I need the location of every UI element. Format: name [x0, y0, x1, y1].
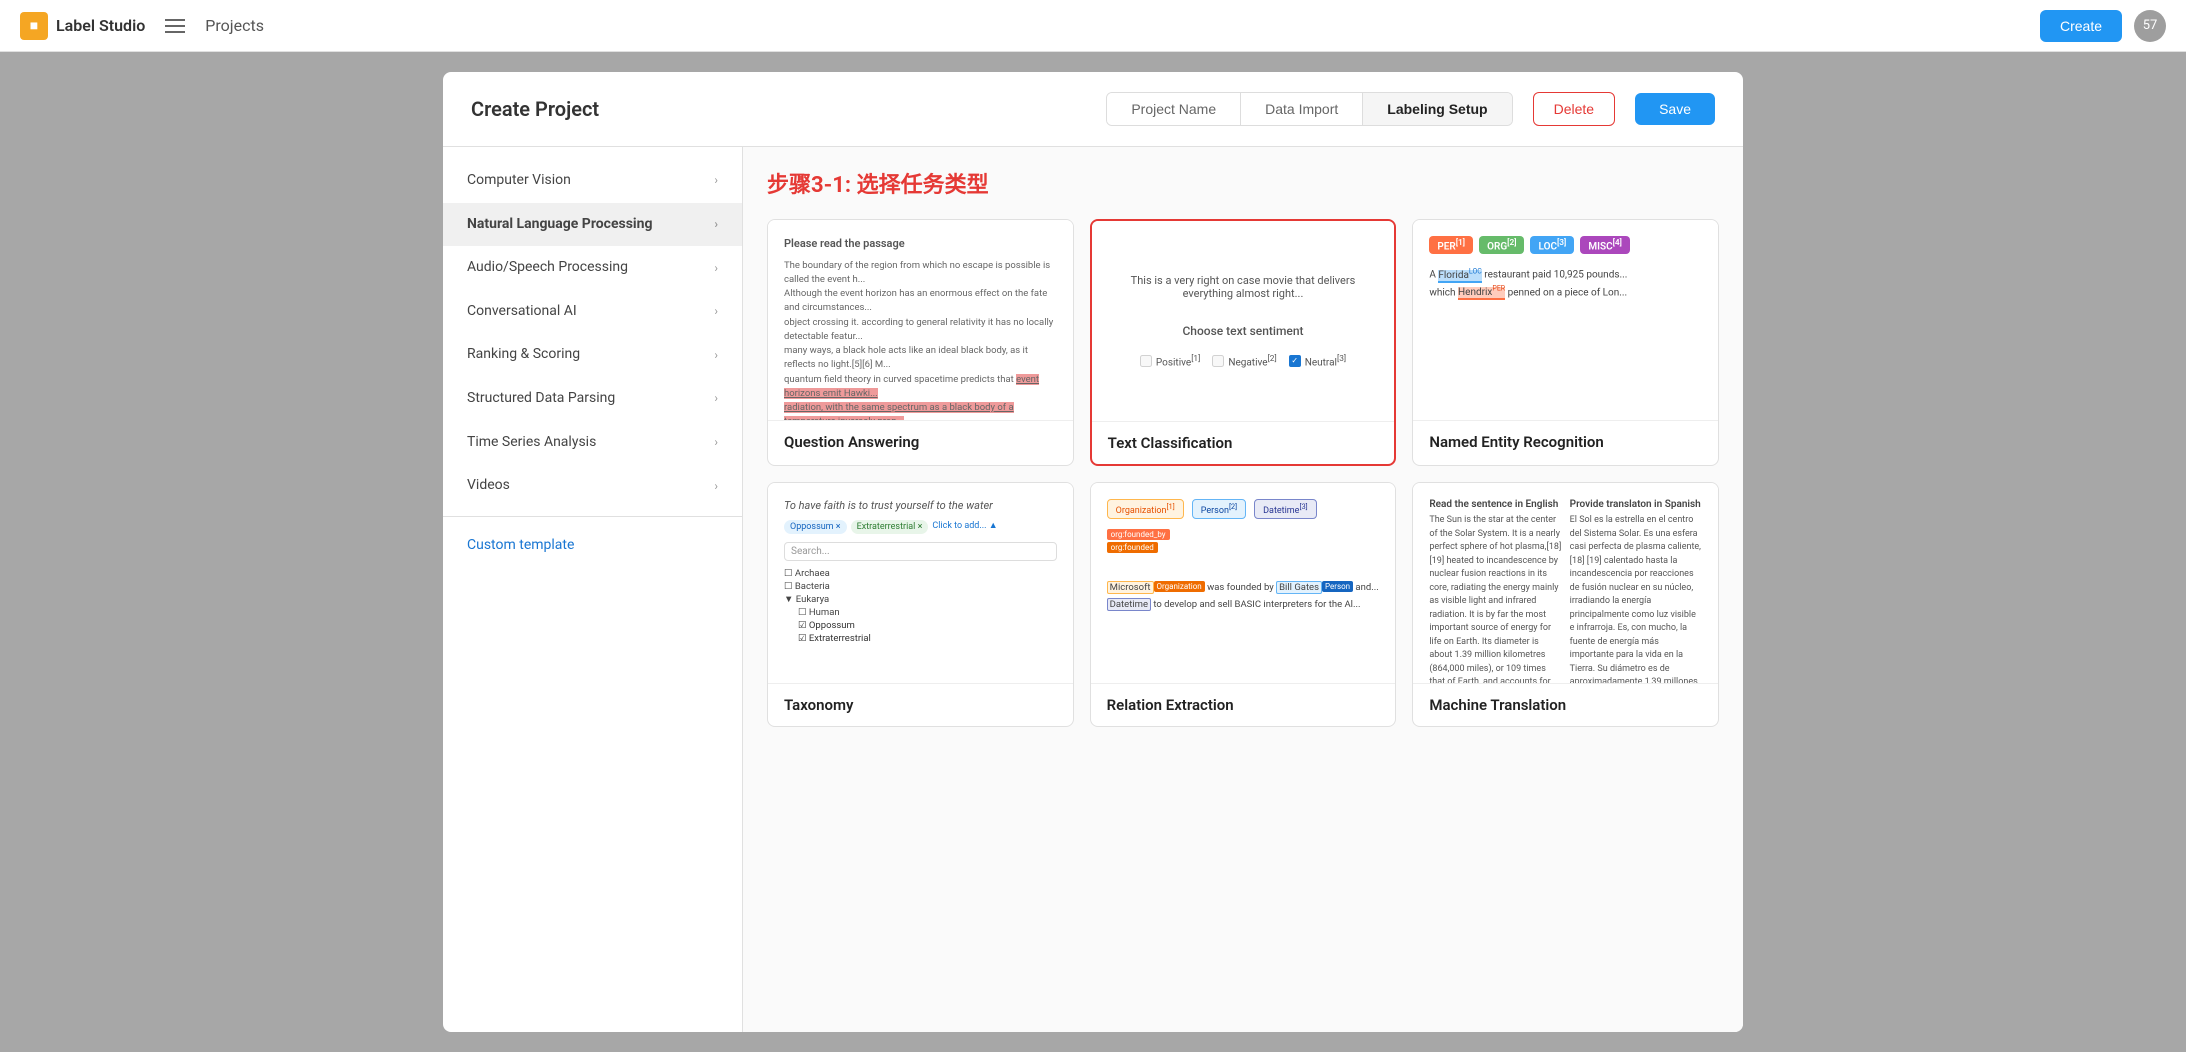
save-button[interactable]: Save — [1635, 93, 1715, 125]
modal-header: Create Project Project Name Data Import … — [443, 72, 1743, 147]
sidebar-item-videos[interactable]: Videos › — [443, 464, 742, 508]
cards-grid: Please read the passage The boundary of … — [767, 219, 1719, 727]
modal-body: Computer Vision › Natural Language Proce… — [443, 147, 1743, 1032]
card-text-classification-preview: This is a very right on case movie that … — [1092, 221, 1395, 421]
chevron-right-icon: › — [714, 216, 718, 233]
card-relation-extraction-preview: Organization[1] Person[2] Datetime[3] or… — [1091, 483, 1396, 683]
card-relation-extraction[interactable]: Organization[1] Person[2] Datetime[3] or… — [1090, 482, 1397, 727]
topbar-right: Create 57 — [2040, 10, 2166, 42]
tab-labeling-setup[interactable]: Labeling Setup — [1363, 93, 1511, 125]
sidebar-divider — [443, 516, 742, 517]
card-machine-translation-preview: Read the sentence in English The Sun is … — [1413, 483, 1718, 683]
card-taxonomy[interactable]: To have faith is to trust yourself to th… — [767, 482, 1074, 727]
chevron-right-icon: › — [714, 260, 718, 277]
chevron-right-icon: › — [714, 303, 718, 320]
hamburger-menu[interactable] — [161, 15, 189, 37]
card-taxonomy-label: Taxonomy — [768, 683, 1073, 726]
sidebar-item-structured-data[interactable]: Structured Data Parsing › — [443, 377, 742, 421]
logo: ■ Label Studio — [20, 12, 145, 40]
card-ner[interactable]: PER[1] ORG[2] LOC[3] MISC[4] A FloridaLO… — [1412, 219, 1719, 466]
chevron-right-icon: › — [714, 434, 718, 451]
step-tabs: Project Name Data Import Labeling Setup — [1106, 92, 1512, 126]
modal-overlay: Create Project Project Name Data Import … — [0, 52, 2186, 1052]
sidebar-item-audio-speech[interactable]: Audio/Speech Processing › — [443, 246, 742, 290]
logo-icon: ■ — [20, 12, 48, 40]
card-question-answering-label: Question Answering — [768, 420, 1073, 463]
tab-data-import[interactable]: Data Import — [1241, 93, 1363, 125]
sidebar-item-conversational-ai[interactable]: Conversational AI › — [443, 290, 742, 334]
sidebar-item-ranking-scoring[interactable]: Ranking & Scoring › — [443, 333, 742, 377]
chevron-right-icon: › — [714, 390, 718, 407]
create-button[interactable]: Create — [2040, 10, 2122, 42]
card-text-classification[interactable]: This is a very right on case movie that … — [1090, 219, 1397, 466]
delete-button[interactable]: Delete — [1533, 92, 1615, 126]
card-ner-preview: PER[1] ORG[2] LOC[3] MISC[4] A FloridaLO… — [1413, 220, 1718, 420]
card-relation-extraction-label: Relation Extraction — [1091, 683, 1396, 726]
card-question-answering[interactable]: Please read the passage The boundary of … — [767, 219, 1074, 466]
sidebar-item-nlp[interactable]: Natural Language Processing › — [443, 203, 742, 247]
topbar: ■ Label Studio Projects Create 57 — [0, 0, 2186, 52]
card-text-classification-label: Text Classification — [1092, 421, 1395, 464]
page-title: Projects — [205, 16, 2024, 35]
chevron-right-icon: › — [714, 347, 718, 364]
chevron-right-icon: › — [714, 172, 718, 189]
sidebar-custom-template[interactable]: Custom template — [443, 525, 742, 565]
chevron-right-icon: › — [714, 478, 718, 495]
card-ner-label: Named Entity Recognition — [1413, 420, 1718, 463]
modal: Create Project Project Name Data Import … — [443, 72, 1743, 1032]
card-question-answering-preview: Please read the passage The boundary of … — [768, 220, 1073, 420]
step-indicator: 步骤3-1: 选择任务类型 — [767, 167, 1719, 199]
modal-title: Create Project — [471, 97, 599, 121]
sidebar-item-time-series[interactable]: Time Series Analysis › — [443, 421, 742, 465]
content-area: 步骤3-1: 选择任务类型 Please read the passage Th… — [743, 147, 1743, 1032]
tab-project-name[interactable]: Project Name — [1107, 93, 1241, 125]
card-machine-translation-label: Machine Translation — [1413, 683, 1718, 726]
card-taxonomy-preview: To have faith is to trust yourself to th… — [768, 483, 1073, 683]
app-name: Label Studio — [56, 16, 145, 35]
card-machine-translation[interactable]: Read the sentence in English The Sun is … — [1412, 482, 1719, 727]
sidebar-item-computer-vision[interactable]: Computer Vision › — [443, 159, 742, 203]
avatar: 57 — [2134, 10, 2166, 42]
sidebar: Computer Vision › Natural Language Proce… — [443, 147, 743, 1032]
